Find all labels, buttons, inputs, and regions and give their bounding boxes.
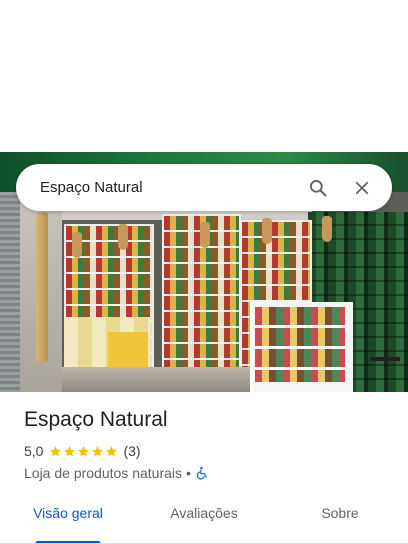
star-icon (92, 445, 104, 456)
star-icon (78, 445, 90, 456)
wheelchair-icon[interactable] (195, 466, 209, 480)
star-rating (49, 445, 119, 458)
rating-row[interactable]: 5,0 (3) (24, 443, 141, 459)
rating-value: 5,0 (24, 443, 44, 459)
search-icon (310, 179, 327, 196)
close-icon (355, 181, 369, 194)
place-title: Espaço Natural (24, 408, 168, 431)
search-button[interactable] (300, 170, 336, 206)
category-row: Loja de produtos naturais • (24, 465, 209, 481)
place-category[interactable]: Loja de produtos naturais (24, 465, 182, 481)
search-bar (16, 164, 392, 211)
tab-reviews[interactable]: Avaliações (136, 493, 272, 544)
clear-search-button[interactable] (344, 170, 380, 206)
star-icon (50, 445, 62, 456)
review-count[interactable]: (3) (123, 443, 140, 459)
star-icon (106, 445, 118, 456)
star-icon (64, 445, 76, 456)
map-top-area (0, 0, 408, 152)
tab-overview[interactable]: Visão geral (0, 493, 136, 544)
separator: • (186, 465, 191, 481)
search-input[interactable] (40, 179, 292, 196)
tab-about[interactable]: Sobre (272, 493, 408, 544)
place-tabs: Visão geral Avaliações Sobre (0, 493, 408, 544)
